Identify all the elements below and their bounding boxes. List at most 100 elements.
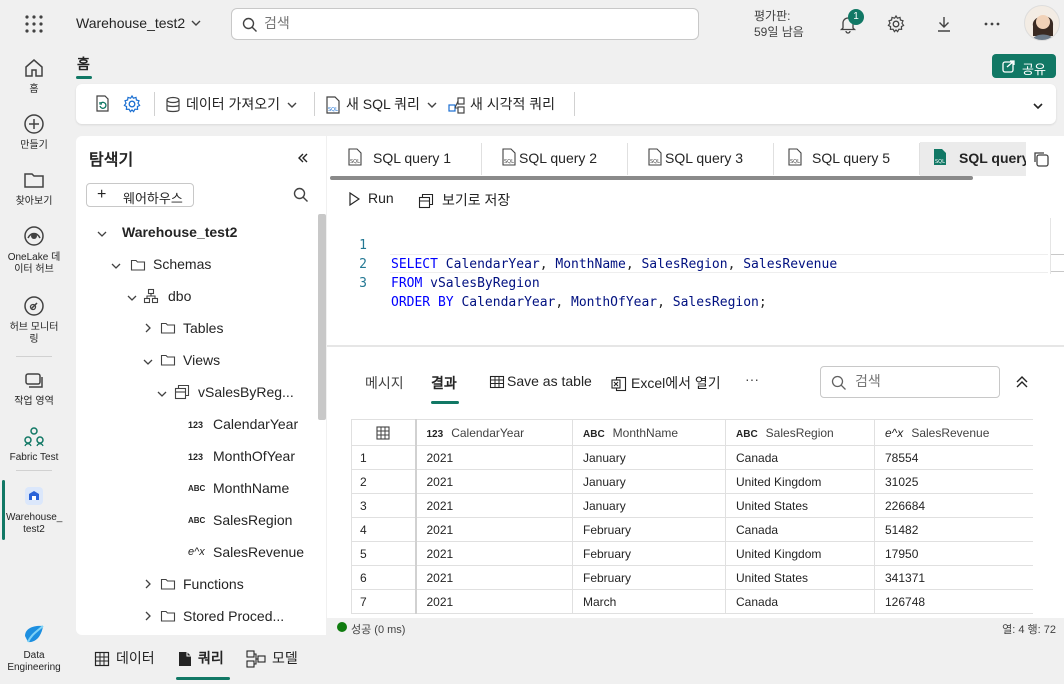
table-cell[interactable]: February xyxy=(572,541,726,566)
user-avatar[interactable] xyxy=(1024,5,1060,41)
tab-sql-query-active[interactable]: SQL SQL query xyxy=(920,142,1026,176)
rail-item-browse[interactable]: 찾아보기 xyxy=(0,168,68,208)
settings-gear-icon[interactable] xyxy=(886,14,906,34)
tree-item-column[interactable]: MonthOfYear xyxy=(213,448,295,464)
tree-item-column[interactable]: CalendarYear xyxy=(213,416,298,432)
table-cell[interactable]: 2021 xyxy=(415,493,573,518)
tabs-scrollbar[interactable] xyxy=(330,176,973,180)
tree-item-schemas[interactable]: Schemas xyxy=(153,256,211,272)
table-cell[interactable]: United States xyxy=(725,565,875,590)
global-search-input[interactable] xyxy=(264,15,664,31)
download-icon[interactable] xyxy=(934,14,954,34)
copy-tabs-icon[interactable] xyxy=(1032,150,1050,168)
tab-sql-query-1[interactable]: SQL SQL query 1 xyxy=(327,142,481,176)
table-cell[interactable]: 2021 xyxy=(415,541,573,566)
code-line-1[interactable]: 1 SELECT CalendarYear, MonthName, SalesR… xyxy=(327,217,1049,272)
table-cell[interactable]: Canada xyxy=(725,589,875,614)
row-number-cell[interactable]: 3 xyxy=(351,493,417,518)
tree-item-dbo[interactable]: dbo xyxy=(168,288,191,304)
table-cell[interactable]: Canada xyxy=(725,517,875,542)
column-header[interactable]: ABC SalesRegion xyxy=(725,419,875,446)
rail-item-monitor[interactable]: 허브 모니터링 xyxy=(0,294,68,346)
rail-item-warehouse[interactable]: Warehouse_ test2 xyxy=(0,484,68,536)
select-all-cell[interactable] xyxy=(351,419,417,446)
results-search-input[interactable] xyxy=(855,373,995,389)
table-row[interactable]: 2 2021 January United Kingdom 31025 xyxy=(351,469,1033,494)
tab-sql-query-2[interactable]: SQL SQL query 2 xyxy=(481,142,627,176)
tree-item-tables[interactable]: Tables xyxy=(183,320,223,336)
search-icon[interactable] xyxy=(293,187,309,203)
bottom-tab-query[interactable]: 쿼리 xyxy=(178,648,224,668)
chevron-down-icon[interactable] xyxy=(110,260,122,272)
table-cell[interactable]: 226684 xyxy=(874,493,1033,518)
more-options-icon[interactable] xyxy=(982,14,1002,34)
rail-item-workspaces[interactable]: 작업 영역 xyxy=(0,368,68,408)
chevron-down-icon[interactable] xyxy=(96,228,108,240)
app-launcher-icon[interactable] xyxy=(24,14,44,34)
run-button[interactable]: Run xyxy=(348,190,394,207)
save-as-view-button[interactable]: 보기로 저장 xyxy=(418,190,510,210)
new-visual-query-button[interactable]: 새 시각적 쿼리 xyxy=(448,94,555,114)
get-data-button[interactable]: 데이터 가져오기 xyxy=(164,94,298,114)
tree-item-column[interactable]: SalesRevenue xyxy=(213,544,304,560)
tree-item-functions[interactable]: Functions xyxy=(183,576,244,592)
chevron-down-icon[interactable] xyxy=(142,356,154,368)
tree-item-view-vsalesbyregion[interactable]: vSalesByReg... xyxy=(198,384,294,400)
chevron-right-icon[interactable] xyxy=(142,578,154,590)
row-number-cell[interactable]: 1 xyxy=(351,445,417,470)
rail-item-data-engineering[interactable]: Data Engineering xyxy=(0,622,68,674)
workspace-title[interactable]: Warehouse_test2 xyxy=(76,15,185,31)
table-row[interactable]: 1 2021 January Canada 78554 xyxy=(351,445,1033,470)
global-search-box[interactable] xyxy=(231,8,699,40)
table-row[interactable]: 5 2021 February United Kingdom 17950 xyxy=(351,541,1033,566)
table-row[interactable]: 4 2021 February Canada 51482 xyxy=(351,517,1033,542)
chevron-right-icon[interactable] xyxy=(142,322,154,334)
table-cell[interactable]: January xyxy=(572,469,726,494)
column-header[interactable]: e^x SalesRevenue xyxy=(874,419,1033,446)
results-search-box[interactable] xyxy=(820,366,1000,398)
save-as-table-button[interactable]: Save as table xyxy=(489,373,592,390)
table-cell[interactable]: 2021 xyxy=(415,445,573,470)
table-cell[interactable]: United States xyxy=(725,493,875,518)
trial-status[interactable]: 평가판: 59일 남음 xyxy=(754,8,804,40)
collapse-pane-icon[interactable] xyxy=(296,151,310,165)
settings-icon[interactable] xyxy=(122,94,142,114)
table-row[interactable]: 6 2021 February United States 341371 xyxy=(351,565,1033,590)
chevron-down-icon[interactable] xyxy=(126,292,138,304)
tree-item-column[interactable]: SalesRegion xyxy=(213,512,292,528)
table-cell[interactable]: 2021 xyxy=(415,469,573,494)
code-line-2[interactable]: 2 FROM vSalesByRegion xyxy=(327,236,1049,291)
table-cell[interactable]: 17950 xyxy=(874,541,1033,566)
table-row[interactable]: 3 2021 January United States 226684 xyxy=(351,493,1033,518)
rail-item-home[interactable]: 홈 xyxy=(0,56,68,96)
tab-messages[interactable]: 메시지 xyxy=(365,373,404,393)
open-in-excel-button[interactable]: Excel에서 열기 xyxy=(611,373,721,393)
table-cell[interactable]: Canada xyxy=(725,445,875,470)
tab-results[interactable]: 결과 xyxy=(431,373,457,393)
bottom-tab-model[interactable]: 모델 xyxy=(246,648,298,668)
tab-sql-query-3[interactable]: SQL SQL query 3 xyxy=(627,142,773,176)
tree-item-column[interactable]: MonthName xyxy=(213,480,289,496)
chevron-right-icon[interactable] xyxy=(142,610,154,622)
table-cell[interactable]: January xyxy=(572,493,726,518)
bottom-tab-data[interactable]: 데이터 xyxy=(94,648,155,668)
table-cell[interactable]: United Kingdom xyxy=(725,469,875,494)
table-cell[interactable]: 2021 xyxy=(415,517,573,542)
table-cell[interactable]: 2021 xyxy=(415,589,573,614)
table-cell[interactable]: January xyxy=(572,445,726,470)
chevron-down-icon[interactable] xyxy=(156,388,168,400)
rail-item-fabric-test[interactable]: Fabric Test xyxy=(0,424,68,464)
table-cell[interactable]: 2021 xyxy=(415,565,573,590)
row-number-cell[interactable]: 6 xyxy=(351,565,417,590)
table-cell[interactable]: 126748 xyxy=(874,589,1033,614)
table-cell[interactable]: 51482 xyxy=(874,517,1033,542)
add-warehouse-button[interactable]: + 웨어하우스 xyxy=(86,183,194,207)
expand-ribbon-chevron-icon[interactable] xyxy=(1032,100,1044,112)
table-cell[interactable]: 341371 xyxy=(874,565,1033,590)
column-header[interactable]: ABC MonthName xyxy=(572,419,726,446)
tab-home[interactable]: 홈 xyxy=(77,54,90,74)
table-cell[interactable]: February xyxy=(572,565,726,590)
table-cell[interactable]: 78554 xyxy=(874,445,1033,470)
table-cell[interactable]: March xyxy=(572,589,726,614)
row-number-cell[interactable]: 7 xyxy=(351,589,417,614)
